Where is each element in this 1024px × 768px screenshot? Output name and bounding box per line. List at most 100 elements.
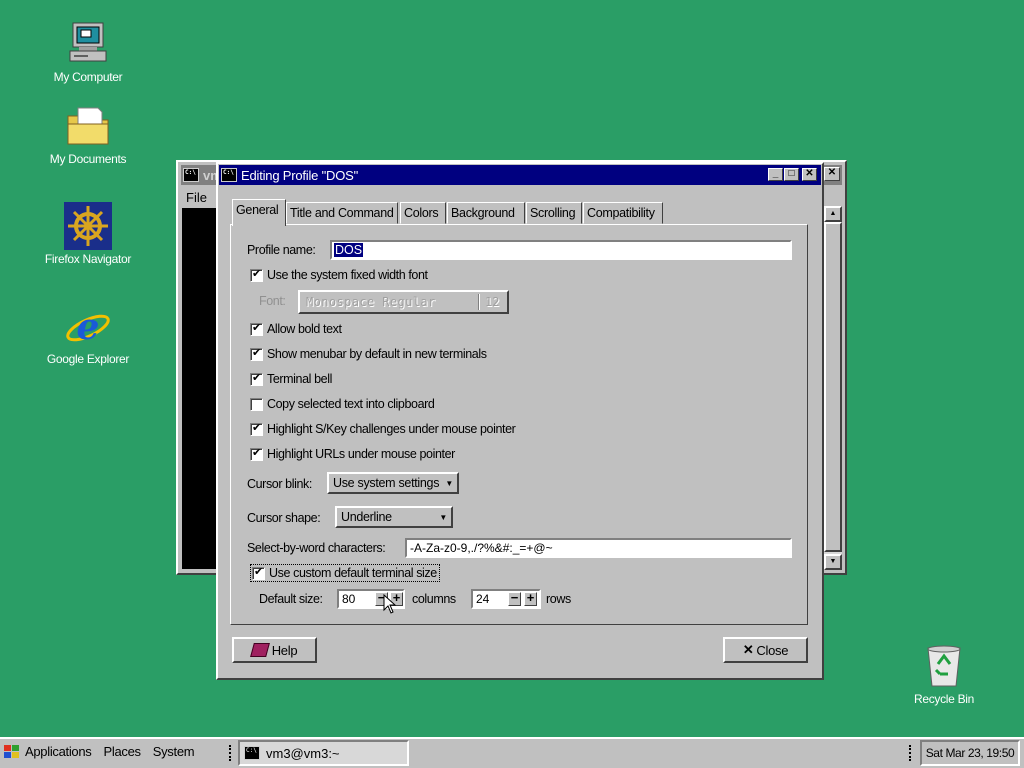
cursor-shape-value: Underline (341, 510, 392, 524)
checkbox-label: Highlight S/Key challenges under mouse p… (267, 422, 516, 436)
taskbar-handle[interactable] (229, 745, 235, 761)
profile-name-input[interactable]: DOS (330, 240, 792, 260)
checkbox-label: Copy selected text into clipboard (267, 397, 435, 411)
checkbox-terminal-bell[interactable]: Terminal bell (250, 371, 332, 386)
help-label: Help (271, 642, 298, 658)
desktop-icon-firefox-navigator[interactable]: Firefox Navigator (38, 202, 138, 266)
dialog-title: Editing Profile "DOS" (241, 167, 359, 183)
columns-label: columns (412, 592, 456, 606)
taskbar-task-terminal[interactable]: vm3@vm3:~ (238, 740, 409, 766)
rows-decrement-button[interactable]: − (508, 591, 521, 606)
check-icon[interactable] (250, 446, 263, 461)
tab-title-and-command[interactable]: Title and Command (286, 202, 398, 224)
check-icon[interactable] (250, 346, 263, 361)
checkbox-label: Use the system fixed width font (267, 268, 428, 282)
checkbox-highlight-urls[interactable]: Highlight URLs under mouse pointer (250, 446, 455, 461)
checkbox-label: Terminal bell (267, 372, 332, 386)
dropdown-arrow-icon: ▼ (445, 478, 453, 488)
checkbox-label: Allow bold text (267, 322, 342, 336)
check-icon[interactable] (250, 421, 263, 436)
taskbar: Applications Places System vm3@vm3:~ Sat… (0, 737, 1024, 768)
check-icon[interactable] (250, 321, 263, 336)
clock[interactable]: Sat Mar 23, 19:50 (920, 740, 1020, 766)
tab-compatibility[interactable]: Compatibility (583, 202, 663, 224)
clock-text: Sat Mar 23, 19:50 (925, 746, 1015, 760)
close-label: Close (756, 642, 789, 658)
font-size: 12 (485, 295, 500, 309)
checkbox-label: Highlight URLs under mouse pointer (267, 447, 455, 461)
columns-value: 80 (342, 592, 356, 606)
recycle-bin-icon (920, 642, 968, 690)
close-button[interactable]: ✕ Close (723, 637, 808, 663)
desktop-icon-label: Recycle Bin (913, 692, 975, 706)
folder-icon (64, 102, 112, 150)
terminal-scrollbar[interactable]: ▲ ▼ (824, 206, 842, 570)
check-icon[interactable] (250, 267, 263, 282)
mouse-pointer-icon (383, 594, 397, 614)
terminal-menu-file[interactable]: File (186, 190, 207, 205)
default-size-label: Default size: (259, 592, 323, 606)
scroll-down-button[interactable]: ▼ (824, 554, 842, 570)
desktop-icon-recycle-bin[interactable]: Recycle Bin (894, 642, 994, 706)
select-word-value: -A-Za-z0-9,./?%&#:_=+@~ (410, 541, 553, 555)
desktop-icon-label: Google Explorer (46, 352, 130, 366)
tray-handle[interactable] (909, 745, 915, 761)
system-menu[interactable]: System (153, 744, 195, 759)
help-button[interactable]: Help (232, 637, 317, 663)
cursor-shape-label: Cursor shape: (247, 511, 321, 525)
maximize-icon[interactable]: □ (784, 168, 799, 181)
tab-general[interactable]: General (232, 199, 286, 226)
svg-text:e: e (77, 306, 100, 348)
select-word-input[interactable]: -A-Za-z0-9,./?%&#:_=+@~ (405, 538, 792, 558)
desktop-icon-google-explorer[interactable]: e Google Explorer (38, 302, 138, 366)
cursor-blink-select[interactable]: Use system settings ▼ (327, 472, 459, 494)
computer-icon (64, 20, 112, 68)
checkbox-label: Use custom default terminal size (269, 566, 437, 580)
minimize-icon[interactable]: _ (768, 168, 783, 181)
check-icon[interactable] (250, 371, 263, 386)
select-word-label: Select-by-word characters: (247, 541, 386, 555)
profile-name-label: Profile name: (247, 243, 316, 257)
desktop-icon-label: Firefox Navigator (44, 252, 132, 266)
check-icon[interactable] (252, 565, 265, 580)
terminal-app-icon (183, 168, 199, 182)
checkbox-show-menubar[interactable]: Show menubar by default in new terminals (250, 346, 487, 361)
font-name: Monospace Regular (306, 295, 436, 309)
windows-logo-icon (4, 745, 19, 758)
task-label: vm3@vm3:~ (266, 745, 340, 761)
close-icon[interactable]: ✕ (824, 167, 840, 181)
close-icon[interactable]: ✕ (802, 168, 817, 181)
checkbox-highlight-skey[interactable]: Highlight S/Key challenges under mouse p… (250, 421, 516, 436)
scroll-up-button[interactable]: ▲ (824, 206, 842, 222)
tab-colors[interactable]: Colors (400, 202, 446, 224)
desktop-icon-my-computer[interactable]: My Computer (38, 20, 138, 84)
checkbox-custom-size[interactable]: Use custom default terminal size (250, 564, 440, 582)
places-menu[interactable]: Places (104, 744, 142, 759)
tab-scrolling[interactable]: Scrolling (526, 202, 582, 224)
dialog-titlebar[interactable]: Editing Profile "DOS" (219, 165, 821, 185)
cursor-shape-select[interactable]: Underline ▼ (335, 506, 453, 528)
help-book-icon (249, 643, 270, 657)
rows-label: rows (546, 592, 571, 606)
applications-menu[interactable]: Applications (25, 744, 92, 759)
terminal-app-icon (244, 746, 260, 760)
dropdown-arrow-icon: ▼ (439, 512, 447, 522)
rows-increment-button[interactable]: + (524, 591, 537, 606)
desktop-icon-label: My Computer (53, 70, 123, 84)
desktop-icon-my-documents[interactable]: My Documents (38, 102, 138, 166)
checkbox-box[interactable] (250, 397, 263, 411)
dialog-app-icon (221, 168, 237, 182)
tab-background[interactable]: Background (447, 202, 525, 224)
profile-name-value: DOS (334, 243, 364, 257)
checkbox-copy-clipboard[interactable]: Copy selected text into clipboard (250, 397, 435, 411)
rows-value: 24 (476, 592, 490, 606)
cursor-blink-label: Cursor blink: (247, 477, 312, 491)
cursor-blink-value: Use system settings (333, 476, 440, 490)
checkbox-allow-bold[interactable]: Allow bold text (250, 321, 342, 336)
checkbox-use-system-font[interactable]: Use the system fixed width font (250, 267, 428, 282)
start-menu[interactable]: Applications Places System (4, 744, 195, 759)
ie-icon: e (64, 302, 112, 350)
close-icon: ✕ (742, 642, 754, 657)
font-picker-button[interactable]: Monospace Regular 12 (298, 290, 509, 314)
scroll-thumb[interactable] (824, 222, 842, 552)
